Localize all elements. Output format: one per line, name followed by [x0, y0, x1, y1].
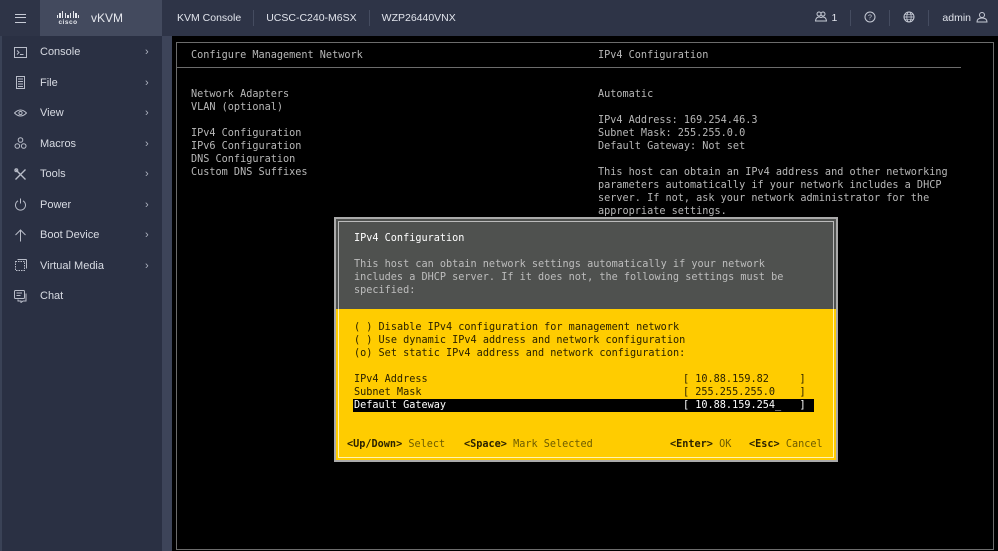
sidebar-item-boot-device[interactable]: Boot Device ›	[2, 220, 162, 251]
breadcrumb-serial: WZP26440VNX	[381, 12, 456, 24]
language-button[interactable]	[889, 10, 928, 26]
chevron-right-icon: ›	[145, 46, 149, 59]
app-name: vKVM	[91, 11, 124, 25]
sessions-button[interactable]: 1	[802, 10, 851, 26]
radio-marker: ( )	[354, 322, 373, 333]
ipv4-address-input[interactable]: [ 10.88.159.82 ]	[683, 373, 806, 386]
sidebar-item-tools[interactable]: Tools ›	[2, 159, 162, 190]
menu-item-dns[interactable]: DNS Configuration	[191, 153, 308, 166]
ipv4-details: IPv4 Address: 169.254.46.3 Subnet Mask: …	[598, 115, 758, 152]
menu-item-vlan[interactable]: VLAN (optional)	[191, 101, 308, 114]
sidebar: Console › File › View › Macros › Tools ›…	[0, 36, 162, 551]
macros-icon	[13, 137, 27, 151]
chevron-right-icon: ›	[145, 168, 149, 181]
field-default-gateway[interactable]: Default Gateway [ 10.88.159.254_ ]	[353, 399, 814, 412]
menu-item-ipv4[interactable]: IPv4 Configuration	[191, 127, 308, 140]
chevron-right-icon: ›	[145, 76, 149, 89]
default-gateway-input[interactable]: [ 10.88.159.254_ ]	[683, 399, 806, 412]
menu-spacer	[191, 114, 308, 127]
eye-icon	[13, 106, 27, 120]
help-icon: ?	[864, 11, 876, 26]
ipv4-help-text: This host can obtain an IPv4 address and…	[598, 167, 948, 217]
breadcrumb: KVM Console UCSC-C240-M6SX WZP26440VNX	[162, 0, 468, 36]
sidebar-item-file[interactable]: File ›	[2, 68, 162, 99]
option-dynamic-ipv4[interactable]: ( ) Use dynamic IPv4 address and network…	[354, 334, 685, 347]
dialog-description: This host can obtain network settings au…	[354, 259, 784, 296]
globe-icon	[903, 11, 915, 26]
ipv4-config-dialog: IPv4 Configuration This host can obtain …	[334, 217, 838, 462]
dcui-divider	[176, 67, 961, 68]
radio-marker: (o)	[354, 348, 373, 359]
top-bar: cisco vKVM KVM Console UCSC-C240-M6SX WZ…	[0, 0, 998, 36]
menu-item-network-adapters[interactable]: Network Adapters	[191, 88, 308, 101]
ipv4-mode: Automatic	[598, 89, 654, 100]
virtual-media-icon	[13, 259, 27, 273]
option-disable-ipv4[interactable]: ( ) Disable IPv4 configuration for manag…	[354, 321, 679, 334]
left-panel-title: Configure Management Network	[191, 50, 363, 61]
hamburger-icon	[14, 13, 26, 23]
brand: cisco vKVM	[40, 0, 162, 36]
chat-icon	[13, 289, 27, 303]
sidebar-item-virtual-media[interactable]: Virtual Media ›	[2, 251, 162, 282]
file-icon	[13, 76, 27, 90]
arrow-up-icon	[13, 228, 27, 242]
sidebar-item-view[interactable]: View ›	[2, 98, 162, 129]
chevron-right-icon: ›	[145, 137, 149, 150]
subnet-mask-input[interactable]: [ 255.255.255.0 ]	[683, 386, 806, 399]
sidebar-item-chat[interactable]: Chat	[2, 281, 162, 312]
hint-space: <Space> Mark Selected	[464, 439, 593, 450]
sidebar-item-macros[interactable]: Macros ›	[2, 129, 162, 160]
network-menu: Network Adapters VLAN (optional) IPv4 Co…	[191, 88, 308, 179]
username: admin	[942, 12, 971, 24]
power-icon	[13, 198, 27, 212]
dialog-title: IPv4 Configuration	[354, 233, 465, 244]
tools-icon	[13, 167, 27, 181]
sidebar-item-power[interactable]: Power ›	[2, 190, 162, 221]
menu-item-dns-suffixes[interactable]: Custom DNS Suffixes	[191, 166, 308, 179]
cancel-button[interactable]: <Esc> Cancel	[749, 438, 823, 451]
console-icon	[13, 45, 27, 59]
ok-button[interactable]: <Enter> OK	[670, 438, 731, 451]
breadcrumb-kvm-console: KVM Console	[162, 10, 255, 26]
field-ipv4-address[interactable]: IPv4 Address [ 10.88.159.82 ]	[353, 373, 814, 386]
user-icon	[976, 11, 988, 26]
cisco-logo: cisco	[55, 10, 81, 26]
menu-item-ipv6[interactable]: IPv6 Configuration	[191, 140, 308, 153]
sidebar-splitter[interactable]	[162, 36, 172, 551]
dialog-body: ( ) Disable IPv4 configuration for manag…	[336, 309, 836, 460]
field-subnet-mask[interactable]: Subnet Mask [ 255.255.255.0 ]	[353, 386, 814, 399]
users-icon	[814, 11, 827, 25]
user-menu[interactable]: admin	[928, 10, 998, 26]
right-panel-title: IPv4 Configuration	[598, 50, 709, 61]
sessions-count: 1	[831, 12, 838, 24]
radio-marker: ( )	[354, 335, 373, 346]
svg-text:?: ?	[868, 14, 872, 21]
breadcrumb-server-model: UCSC-C240-M6SX	[254, 10, 370, 26]
chevron-right-icon: ›	[145, 107, 149, 120]
help-button[interactable]: ?	[850, 10, 889, 26]
chevron-right-icon: ›	[145, 259, 149, 272]
hint-up-down: <Up/Down> Select	[347, 439, 446, 450]
option-static-ipv4[interactable]: (o) Set static IPv4 address and network …	[354, 347, 685, 360]
menu-button[interactable]	[0, 0, 40, 36]
sidebar-item-console[interactable]: Console ›	[2, 37, 162, 68]
chevron-right-icon: ›	[145, 229, 149, 242]
chevron-right-icon: ›	[145, 198, 149, 211]
